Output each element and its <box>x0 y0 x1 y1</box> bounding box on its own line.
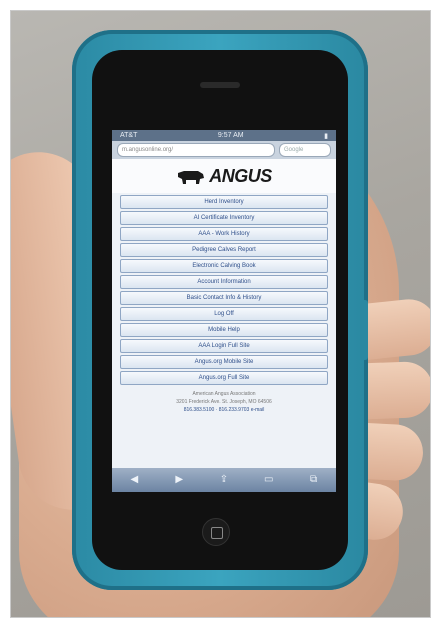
earpiece-speaker <box>200 82 240 88</box>
angus-logo: ANGUS <box>112 159 336 193</box>
phone-screen: AT&T 9:57 AM ▮ m.angusonline.org/ Google… <box>112 130 336 492</box>
back-icon[interactable]: ◀ <box>126 473 142 487</box>
menu-item-log-off[interactable]: Log Off <box>120 307 328 321</box>
search-field[interactable]: Google <box>279 143 331 157</box>
menu-item-herd-inventory[interactable]: Herd Inventory <box>120 195 328 209</box>
bull-icon <box>178 171 205 184</box>
menu-list: Herd Inventory AI Certificate Inventory … <box>112 193 336 385</box>
logo-text: ANGUS <box>209 165 272 186</box>
clock: 9:57 AM <box>217 132 244 139</box>
menu-item-ai-certificate[interactable]: AI Certificate Inventory <box>120 211 328 225</box>
footer-contact[interactable]: 816.383.5100 · 816.233.9703 e-mail <box>112 406 336 414</box>
footer-line: American Angus Association <box>192 391 256 397</box>
footer-line: 3201 Frederick Ave. St. Joseph, MO 64506 <box>176 399 272 405</box>
browser-toolbar: ◀ ▶ ⇪ ▭ ⧉ <box>112 468 336 492</box>
menu-item-work-history[interactable]: AAA - Work History <box>120 227 328 241</box>
menu-item-account-info[interactable]: Account Information <box>120 275 328 289</box>
status-bar: AT&T 9:57 AM ▮ <box>112 130 336 141</box>
menu-item-mobile-help[interactable]: Mobile Help <box>120 323 328 337</box>
url-field[interactable]: m.angusonline.org/ <box>117 143 275 157</box>
battery-icon: ▮ <box>324 132 328 140</box>
menu-item-aaa-full-site[interactable]: AAA Login Full Site <box>120 339 328 353</box>
menu-item-contact-info[interactable]: Basic Contact Info & History <box>120 291 328 305</box>
menu-item-calving-book[interactable]: Electronic Calving Book <box>120 259 328 273</box>
home-button[interactable] <box>202 518 230 546</box>
menu-item-pedigree-calves[interactable]: Pedigree Calves Report <box>120 243 328 257</box>
share-icon[interactable]: ⇪ <box>216 473 232 487</box>
forward-icon[interactable]: ▶ <box>171 473 187 487</box>
menu-item-angus-mobile[interactable]: Angus.org Mobile Site <box>120 355 328 369</box>
carrier-label: AT&T <box>120 132 138 139</box>
home-square-icon <box>211 527 223 539</box>
browser-address-bar: m.angusonline.org/ Google <box>112 141 336 159</box>
side-button <box>360 300 368 360</box>
bookmarks-icon[interactable]: ▭ <box>261 473 277 487</box>
page-footer: American Angus Association 3201 Frederic… <box>112 387 336 414</box>
tabs-icon[interactable]: ⧉ <box>306 473 322 487</box>
menu-item-angus-full[interactable]: Angus.org Full Site <box>120 371 328 385</box>
